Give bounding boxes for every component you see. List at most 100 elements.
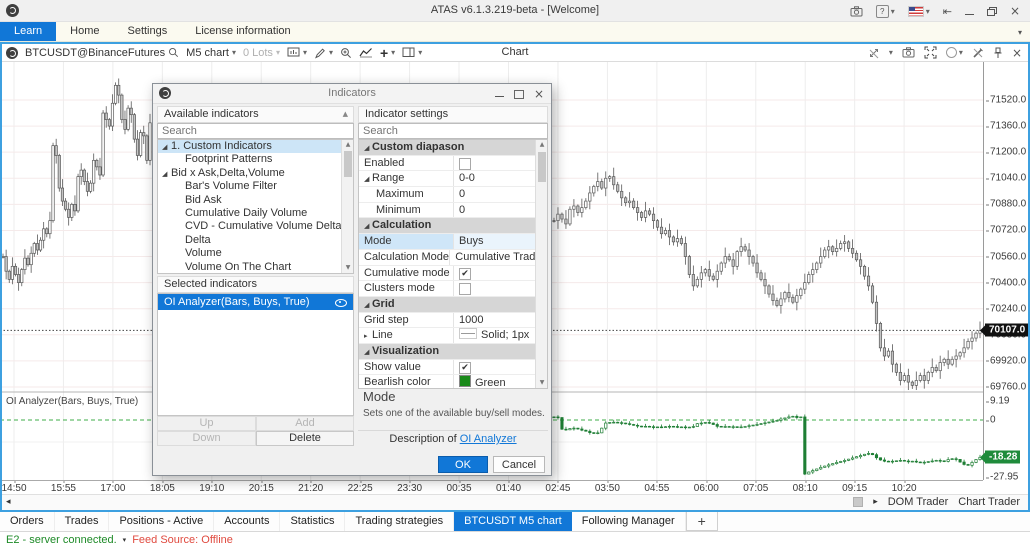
add-button[interactable]: Add [256, 416, 354, 431]
selected-indicators-list[interactable]: OI Analyzer(Bars, Buys, True) [157, 293, 354, 416]
indicator-tree-item-cumulative-daily-volume[interactable]: Cumulative Daily Volume [158, 207, 353, 220]
dialog-minimize-icon[interactable] [495, 96, 504, 97]
tree-expander-icon[interactable]: ◢ [162, 141, 171, 154]
setting-row-grid-step[interactable]: Grid step1000 [359, 313, 547, 329]
menu-home[interactable]: Home [56, 22, 113, 41]
setting-row-enabled[interactable]: Enabled [359, 156, 547, 172]
dock-window-button[interactable]: ⇤ [943, 5, 952, 18]
timeframe-selector[interactable]: M5 chart▾ [186, 47, 236, 59]
setting-row-maximum[interactable]: Maximum0 [359, 187, 547, 203]
language-flag-button[interactable]: ▾ [908, 6, 930, 17]
indicator-tree-item-footprint-patterns[interactable]: Footprint Patterns [158, 153, 353, 166]
scroll-left-arrow[interactable]: ◂ [6, 497, 11, 507]
tab-trades[interactable]: Trades [55, 512, 110, 531]
tree-expander-icon[interactable]: ◢ [162, 168, 171, 181]
settings-search-input[interactable] [358, 123, 548, 139]
setting-row-visualization[interactable]: ◢Visualization [359, 344, 547, 360]
time-tick-label: 06:00 [694, 483, 719, 494]
indicator-tree-item-1-custom-indicators[interactable]: ◢1. Custom Indicators [158, 140, 353, 153]
zoom-button[interactable] [340, 47, 352, 59]
collapse-arrow-icon[interactable]: ▲ [343, 107, 348, 122]
menu-learn[interactable]: Learn [0, 22, 56, 41]
drawing-tools-button[interactable]: ▾ [314, 47, 333, 59]
add-panel-button[interactable]: +▾ [380, 47, 395, 59]
dialog-title-bar[interactable]: Indicators × [153, 84, 551, 104]
indicator-tree-item-bid-x-ask-delta-volume[interactable]: ◢Bid x Ask,Delta,Volume [158, 167, 353, 180]
setting-row-range[interactable]: ◢Range0-0 [359, 171, 547, 187]
indicator-tree-item-bar-s-volume-filter[interactable]: Bar's Volume Filter [158, 180, 353, 193]
restore-button[interactable] [987, 7, 997, 16]
selected-indicator-item[interactable]: OI Analyzer(Bars, Buys, True) [158, 294, 353, 310]
indicator-tree-item-delta[interactable]: Delta [158, 234, 353, 247]
menu-settings[interactable]: Settings [113, 22, 181, 41]
dialog-close-icon[interactable]: × [534, 89, 544, 99]
setting-row-bearlish-color[interactable]: Bearlish colorGreen▾ [359, 375, 547, 389]
panel-square-icon[interactable] [853, 497, 863, 507]
setting-row-mode[interactable]: ModeBuys [359, 234, 547, 250]
tab-accounts[interactable]: Accounts [214, 512, 280, 531]
help-menu-button[interactable]: ?▾ [876, 5, 895, 18]
available-indicators-list[interactable]: ◢1. Custom IndicatorsFootprint Patterns◢… [157, 139, 354, 274]
lots-selector[interactable]: 0 Lots▾ [243, 47, 280, 59]
expand-panels-icon[interactable]: ▸ [873, 497, 878, 507]
shape-circle-icon[interactable]: ▾ [946, 47, 963, 58]
scrollbar[interactable]: ▲▼ [535, 140, 547, 388]
chart-type-button[interactable]: ▾ [287, 47, 307, 58]
indicator-description-link[interactable]: OI Analyzer [460, 433, 517, 445]
available-search-input[interactable] [157, 123, 354, 139]
setting-row-calculation[interactable]: ◢Calculation [359, 218, 547, 234]
menu-overflow-chevron[interactable]: ▾ [1018, 28, 1022, 37]
setting-row-calculation-mode[interactable]: Calculation ModeCumulative Trades [359, 250, 547, 266]
tab-statistics[interactable]: Statistics [280, 512, 345, 531]
setting-row-line[interactable]: ▸LineSolid; 1px [359, 328, 547, 344]
checkbox-clusters-mode[interactable] [459, 283, 471, 295]
checkbox-enabled[interactable] [459, 158, 471, 170]
down-button[interactable]: Down [157, 431, 256, 446]
tab-trading-strategies[interactable]: Trading strategies [345, 512, 454, 531]
setting-row-cumulative-mode[interactable]: Cumulative mode✔ [359, 266, 547, 282]
delete-button[interactable]: Delete [256, 431, 354, 446]
header-dropdown-chevron[interactable]: ▾ [889, 48, 893, 57]
scrollbar[interactable]: ▲▼ [341, 140, 353, 273]
close-panel-icon[interactable]: × [1012, 48, 1022, 58]
indicator-settings-grid[interactable]: ◢Custom diapasonEnabled◢Range0-0Maximum0… [358, 139, 548, 389]
strategies-tools-icon[interactable] [972, 47, 984, 59]
time-axis[interactable]: 14:5015:5517:0018:0519:1020:1521:2022:25… [0, 480, 983, 494]
menu-license-information[interactable]: License information [181, 22, 304, 41]
tab-positions-active[interactable]: Positions - Active [109, 512, 214, 531]
fullscreen-icon[interactable] [924, 46, 937, 59]
price-axis[interactable]: 70107.0 -18.28 71520.071360.071200.07104… [983, 62, 1028, 480]
indicator-tree-item-volume-on-the-chart[interactable]: Volume On The Chart [158, 261, 353, 274]
minimize-button[interactable] [965, 8, 974, 15]
indicator-tree-item-bid-ask[interactable]: Bid Ask [158, 194, 353, 207]
setting-row-grid[interactable]: ◢Grid [359, 297, 547, 313]
visibility-eye-icon[interactable] [335, 299, 347, 307]
add-tab-button[interactable]: + [686, 512, 718, 531]
indicators-button[interactable] [359, 47, 373, 58]
dom-trader-button[interactable]: DOM Trader [888, 496, 949, 508]
indicator-tree-item-volume[interactable]: Volume [158, 247, 353, 260]
screenshot-camera-icon[interactable] [850, 6, 863, 17]
indicator-tree-item-cvd-cumulative-volume-delta[interactable]: CVD - Cumulative Volume Delta [158, 220, 353, 233]
instrument-selector[interactable]: BTCUSDT@BinanceFutures [25, 47, 179, 59]
tab-following-manager[interactable]: Following Manager [572, 512, 686, 531]
checkbox-cumulative-mode[interactable]: ✔ [459, 268, 471, 280]
close-button[interactable]: × [1010, 6, 1020, 16]
cancel-button[interactable]: Cancel [493, 456, 545, 473]
setting-row-clusters-mode[interactable]: Clusters mode [359, 281, 547, 297]
up-button[interactable]: Up [157, 416, 256, 431]
tab-orders[interactable]: Orders [0, 512, 55, 531]
autoscroll-toggle-icon[interactable] [868, 47, 880, 59]
server-status-chevron[interactable]: ▾ [123, 536, 127, 544]
pin-icon[interactable] [993, 47, 1003, 59]
checkbox-show-value[interactable]: ✔ [459, 362, 471, 374]
setting-row-show-value[interactable]: Show value✔ [359, 360, 547, 376]
chart-trader-button[interactable]: Chart Trader [958, 496, 1020, 508]
ok-button[interactable]: OK [438, 456, 488, 473]
setting-row-custom-diapason[interactable]: ◢Custom diapason [359, 140, 547, 156]
setting-row-minimum[interactable]: Minimum0 [359, 203, 547, 219]
chart-screenshot-icon[interactable] [902, 47, 915, 58]
layout-button[interactable]: ▾ [402, 47, 422, 58]
tab-btcusdt-m5-chart[interactable]: BTCUSDT M5 chart [454, 512, 572, 531]
dialog-maximize-icon[interactable] [514, 90, 524, 99]
